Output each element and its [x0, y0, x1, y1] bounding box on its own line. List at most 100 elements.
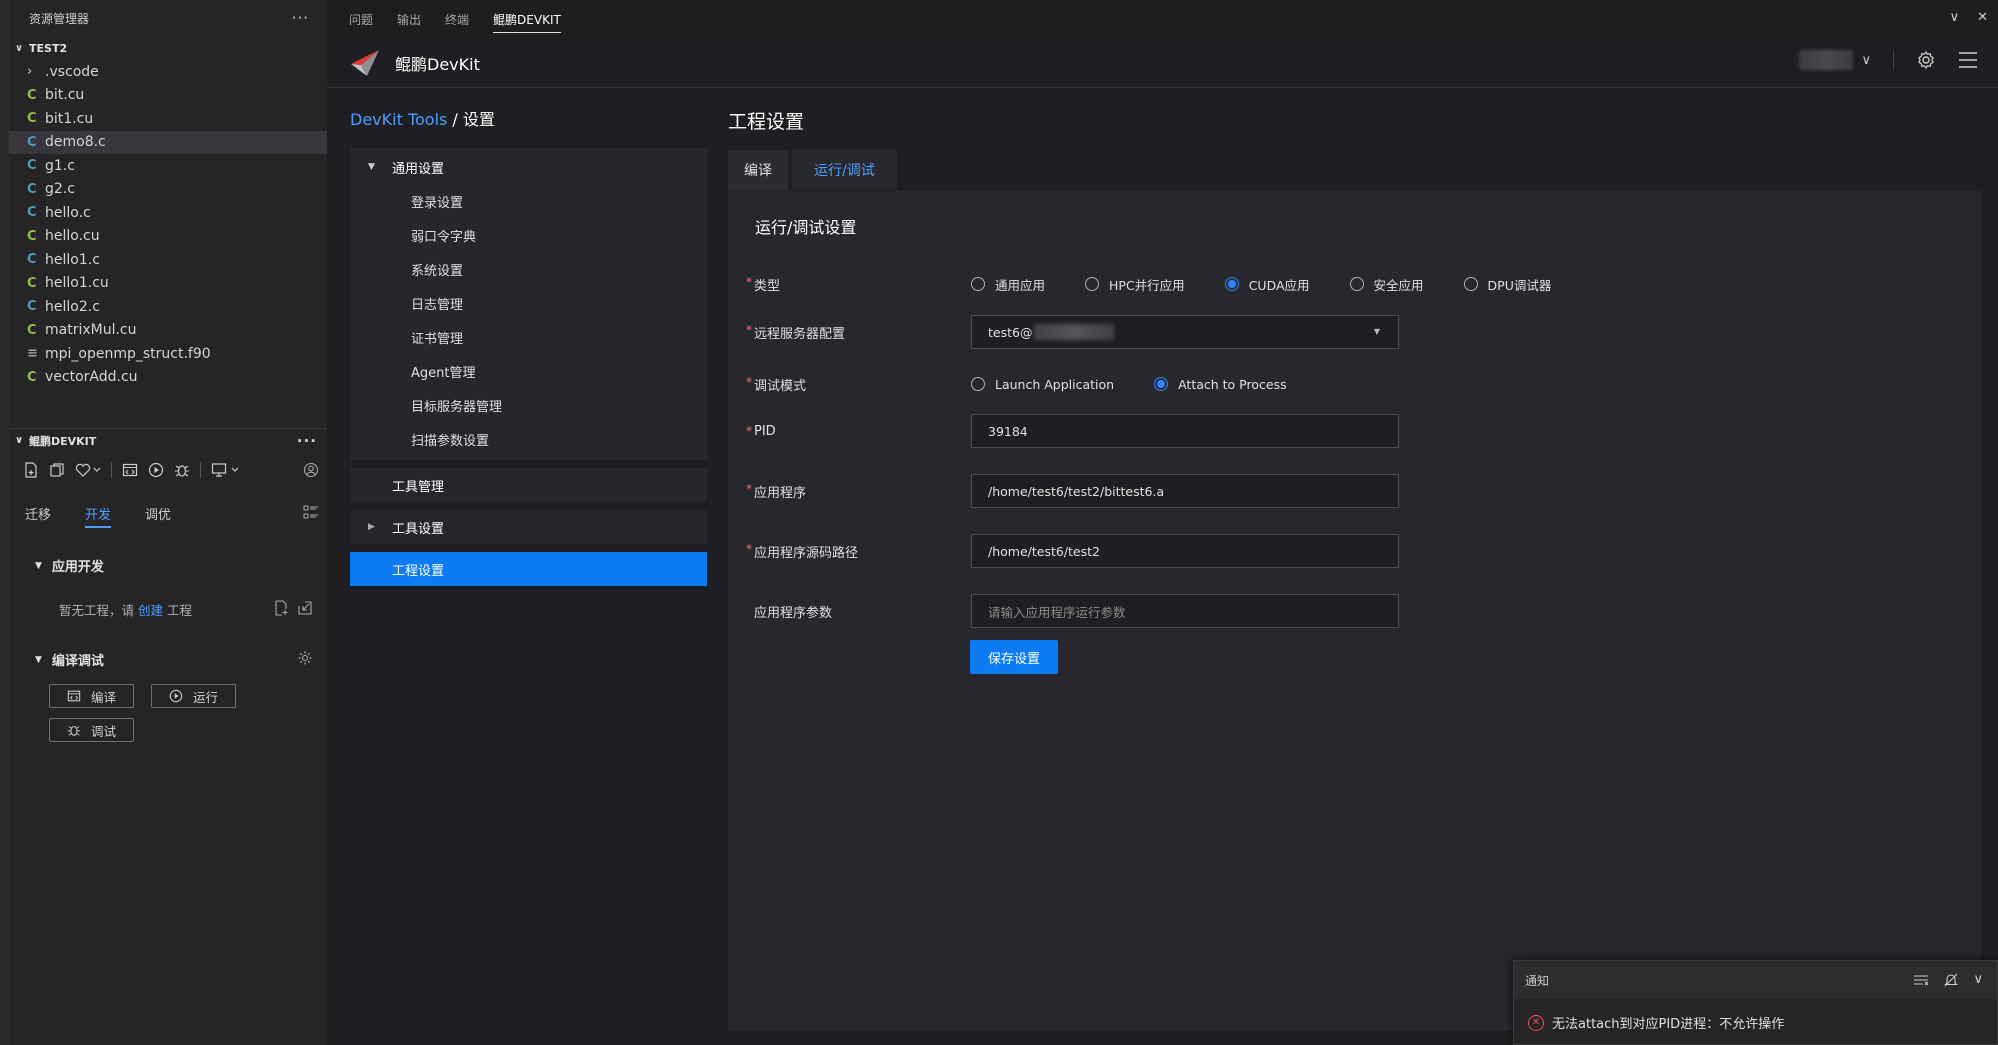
file-item[interactable]: Chello.c	[9, 201, 327, 225]
chevron-down-icon: ∨	[15, 42, 24, 54]
app-path-input[interactable]: /home/test6/test2/bittest6.a	[971, 474, 1399, 508]
create-project-link[interactable]: 创建	[138, 603, 163, 618]
tab-problems[interactable]: 问题	[349, 11, 373, 28]
compile-button[interactable]: 编译	[49, 684, 134, 708]
tab-compile[interactable]: 编译	[728, 150, 788, 190]
radio-checked-icon	[1154, 377, 1169, 391]
monitor-icon[interactable]	[211, 462, 239, 478]
nav-settings-item[interactable]: 弱口令字典	[350, 218, 707, 252]
file-name: mpi_openmp_struct.f90	[45, 345, 211, 362]
remote-server-value: test6@	[988, 324, 1033, 340]
folder-header[interactable]: ∨ TEST2	[9, 36, 327, 60]
user-icon[interactable]	[303, 462, 319, 478]
chevron-down-icon[interactable]: ∨	[1973, 972, 1983, 988]
type-radio[interactable]: HPC并行应用	[1085, 275, 1185, 294]
tab-tune[interactable]: 调优	[145, 504, 171, 528]
app-header-actions: ∨	[1799, 50, 1978, 70]
debug-button[interactable]: 调试	[49, 718, 134, 742]
copy-icon[interactable]	[49, 462, 65, 478]
devkit-more-icon[interactable]: ···	[297, 432, 317, 450]
nav-tool-management[interactable]: 工具管理	[350, 468, 707, 502]
tab-terminal[interactable]: 终端	[445, 11, 469, 28]
tab-run-debug[interactable]: 运行/调试	[792, 150, 897, 190]
remote-label: * 远程服务器配置	[746, 323, 971, 342]
file-item[interactable]: Chello2.c	[9, 295, 327, 319]
code-window-icon[interactable]	[122, 462, 138, 478]
type-radio[interactable]: CUDA应用	[1224, 275, 1310, 294]
file-item[interactable]: Cg2.c	[9, 178, 327, 202]
gear-icon[interactable]	[1916, 50, 1936, 70]
file-item[interactable]: Chello1.cu	[9, 272, 327, 296]
chevron-down-icon[interactable]: ∨	[1950, 10, 1960, 25]
sidebar: 资源管理器 ··· ∨ TEST2 › .vscode Cbit.cu Cbit1.c…	[9, 0, 327, 1045]
type-radio[interactable]: DPU调试器	[1463, 275, 1551, 294]
tab-output[interactable]: 输出	[397, 11, 421, 28]
nav-settings-item[interactable]: Agent管理	[350, 354, 707, 388]
file-item[interactable]: Chello1.c	[9, 248, 327, 272]
pid-input[interactable]: 39184	[971, 414, 1399, 448]
devkit-panel-header[interactable]: ∨ 鲲鹏DEVKIT ···	[9, 428, 327, 452]
bell-mute-icon[interactable]	[1943, 972, 1959, 988]
explorer-title: 资源管理器	[29, 11, 90, 26]
list-view-icon[interactable]	[303, 504, 319, 520]
nav-settings-item[interactable]: 证书管理	[350, 320, 707, 354]
file-name: hello1.cu	[45, 275, 109, 292]
nav-settings-item[interactable]: 扫描参数设置	[350, 422, 707, 456]
menu-icon[interactable]	[1958, 51, 1978, 69]
nav-settings-item[interactable]: 目标服务器管理	[350, 388, 707, 422]
nav-settings-item[interactable]: 系统设置	[350, 252, 707, 286]
nav-project-settings[interactable]: 工程设置	[350, 552, 707, 586]
cuda-file-icon: C	[27, 275, 37, 291]
new-project-icon[interactable]	[273, 600, 289, 616]
source-path-input[interactable]: /home/test6/test2	[971, 534, 1399, 568]
args-input[interactable]: 请输入应用程序运行参数	[971, 594, 1399, 628]
file-item[interactable]: Cg1.c	[9, 154, 327, 178]
file-item[interactable]: CvectorAdd.cu	[9, 366, 327, 390]
gear-icon[interactable]	[297, 650, 313, 666]
caret-down-icon: ▼	[368, 162, 375, 172]
c-file-icon: C	[27, 158, 37, 174]
nav-tool-settings[interactable]: ▶ 工具设置	[350, 510, 707, 544]
file-item[interactable]: › .vscode	[9, 60, 327, 84]
app-dev-group[interactable]: ▼ 应用开发	[35, 556, 104, 575]
nav-settings-item[interactable]: 登录设置	[350, 184, 707, 218]
clear-all-icon[interactable]	[1913, 972, 1929, 988]
file-item[interactable]: CmatrixMul.cu	[9, 319, 327, 343]
file-item[interactable]: Cbit.cu	[9, 84, 327, 108]
nav-general-settings[interactable]: ▼ 通用设置	[350, 150, 707, 184]
run-button[interactable]: 运行	[151, 684, 236, 708]
tab-develop[interactable]: 开发	[85, 504, 112, 528]
nav-settings-item[interactable]: 日志管理	[350, 286, 707, 320]
user-menu[interactable]: ∨	[1799, 50, 1871, 70]
breadcrumb-link[interactable]: DevKit Tools	[350, 110, 447, 129]
tab-migrate[interactable]: 迁移	[25, 504, 51, 528]
import-project-icon[interactable]	[297, 600, 313, 616]
type-radio[interactable]: 安全应用	[1349, 275, 1424, 294]
pid-label-text: PID	[754, 423, 776, 439]
debug-mode-radio[interactable]: Attach to Process	[1154, 377, 1287, 392]
remote-server-select[interactable]: test6@ ▼	[971, 315, 1399, 349]
file-item[interactable]: Cbit1.cu	[9, 107, 327, 131]
required-mark: *	[746, 423, 752, 438]
close-icon[interactable]: ✕	[1977, 10, 1988, 25]
type-radio[interactable]: 通用应用	[971, 275, 1045, 294]
save-settings-button[interactable]: 保存设置	[970, 640, 1058, 674]
tab-devkit[interactable]: 鲲鹏DEVKIT	[493, 6, 561, 33]
compile-debug-group[interactable]: ▼ 编译调试	[35, 650, 104, 669]
caret-down-icon: ▼	[35, 654, 42, 665]
radio-checked-icon	[1224, 277, 1239, 291]
health-icon[interactable]	[75, 462, 101, 478]
play-icon[interactable]	[148, 462, 164, 478]
bug-icon[interactable]	[174, 462, 190, 478]
debug-mode-radio[interactable]: Launch Application	[971, 377, 1114, 392]
debug-label: 调试	[90, 723, 116, 739]
devkit-tabs: 迁移 开发 调优	[25, 504, 325, 528]
file-item[interactable]: Chello.cu	[9, 225, 327, 249]
debug-mode-label-text: 调试模式	[754, 378, 807, 394]
file-item[interactable]: Cdemo8.c	[9, 130, 327, 154]
new-file-icon[interactable]	[23, 462, 39, 478]
file-item[interactable]: ≡ mpi_openmp_struct.f90	[9, 342, 327, 366]
radio-unchecked-icon	[971, 277, 985, 291]
explorer-more-icon[interactable]: ···	[292, 9, 309, 27]
nav-tool-mgmt-label: 工具管理	[392, 479, 445, 495]
